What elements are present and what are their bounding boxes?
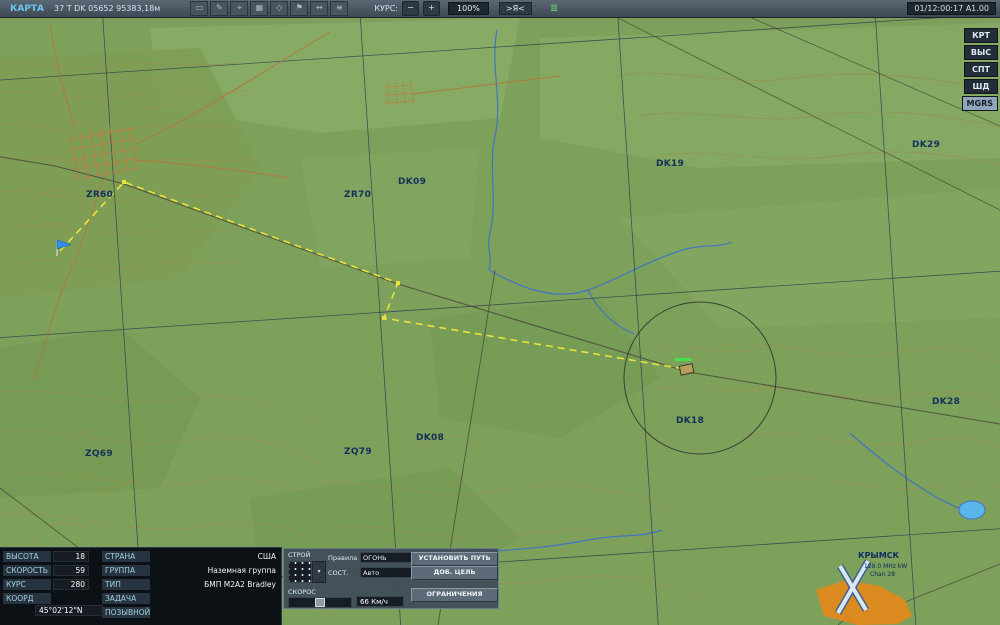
waypoint-marker[interactable] bbox=[382, 316, 386, 320]
map-layer-button-shd[interactable]: ШД bbox=[964, 79, 998, 94]
grid-square-label: DK28 bbox=[932, 397, 961, 407]
roe-dropdown[interactable]: ОГОНЬ ▼ bbox=[360, 552, 418, 563]
waypoint-marker[interactable] bbox=[396, 281, 400, 285]
target-tool-icon[interactable]: ⌖ bbox=[230, 1, 249, 16]
speed-slider-value: 66 Км/ч bbox=[356, 596, 404, 607]
unit-control-panel: СТРОЙ ▾ Правила ОГОНЬ ▼ СОСТ. Авто ▼ УСТ… bbox=[283, 548, 499, 609]
type-label: ТИП bbox=[102, 579, 150, 590]
grid-square-label: DK18 bbox=[676, 416, 705, 426]
coord-value: 45°02'12"N bbox=[35, 605, 103, 616]
zoom-level: 100% bbox=[448, 2, 489, 15]
grid-tool-icon[interactable]: ▦ bbox=[250, 1, 269, 16]
status-list-icon[interactable]: ≣ bbox=[550, 2, 558, 15]
dcs-f10-map-screen: { "top_bar": { "map_label": "КАРТА", "co… bbox=[0, 0, 1000, 625]
course-label: КУРС bbox=[3, 579, 51, 590]
grid-square-label: DK19 bbox=[656, 159, 685, 169]
speed-slider[interactable] bbox=[288, 597, 352, 608]
airfield-name: КРЫМСК bbox=[858, 551, 900, 560]
coord-label: КООРД bbox=[3, 593, 51, 604]
mission-time: 01/12:00:17 A1.00 bbox=[907, 2, 996, 15]
measure-tool-icon[interactable]: ↔ bbox=[310, 1, 329, 16]
course-label: КУРС: bbox=[374, 4, 399, 13]
map-layer-button-vys[interactable]: ВЫС bbox=[964, 45, 998, 60]
map-options-panel: КРТ ВЫС СПТ ШД MGRS bbox=[961, 28, 998, 111]
speed-value: 59 bbox=[53, 565, 89, 576]
lake bbox=[958, 500, 986, 520]
callsign-label: ПОЗЫВНОЙ bbox=[102, 607, 150, 618]
grid-square-label: ZQ79 bbox=[344, 447, 372, 457]
flag-tool-icon[interactable]: ⚑ bbox=[290, 1, 309, 16]
add-target-button[interactable]: ДОБ. ЦЕЛЬ bbox=[411, 566, 498, 580]
roe-value: ОГОНЬ bbox=[363, 553, 387, 562]
unit-info-panel: ВЫСОТА 18 СКОРОСТЬ 59 КУРС 280 КООРД 45°… bbox=[0, 547, 282, 625]
map-canvas[interactable] bbox=[0, 18, 1000, 625]
altitude-label: ВЫСОТА bbox=[3, 551, 51, 562]
waypoint-marker[interactable] bbox=[122, 180, 126, 184]
formation-dropdown-arrow-icon[interactable]: ▾ bbox=[312, 561, 326, 583]
top-bar: КАРТА 37 T DK 05652 95383,18м ▭ ✎ ⌖ ▦ ◇ … bbox=[0, 0, 1000, 18]
formation-selector[interactable] bbox=[288, 561, 312, 583]
state-label: СОСТ. bbox=[328, 569, 349, 577]
unit-identity-column: СТРАНА США ГРУППА Наземная группа ТИП БМ… bbox=[102, 551, 278, 621]
speed-slider-label: СКОРОС bbox=[288, 588, 316, 596]
country-value: США bbox=[257, 552, 276, 561]
cursor-coordinates: 37 T DK 05652 95383,18м bbox=[54, 4, 161, 13]
map-layer-button-spt[interactable]: СПТ bbox=[964, 62, 998, 77]
marker-tool-icon[interactable]: ◇ bbox=[270, 1, 289, 16]
map-toolbar: ▭ ✎ ⌖ ▦ ◇ ⚑ ↔ ≡ bbox=[190, 1, 349, 16]
map-layer-button-krt[interactable]: КРТ bbox=[964, 28, 998, 43]
set-path-button[interactable]: УСТАНОВИТЬ ПУТЬ bbox=[411, 552, 498, 566]
group-label: ГРУППА bbox=[102, 565, 150, 576]
grid-square-label: ZR70 bbox=[344, 190, 372, 200]
draw-tool-icon[interactable]: ✎ bbox=[210, 1, 229, 16]
formation-label: СТРОЙ bbox=[288, 551, 311, 559]
airfield-channel: Chan 28 bbox=[870, 571, 896, 578]
map-layer-button-mgrs[interactable]: MGRS bbox=[961, 96, 998, 111]
speed-label: СКОРОСТЬ bbox=[3, 565, 51, 576]
zoom-out-button[interactable]: − bbox=[402, 1, 420, 16]
grid-square-label: DK29 bbox=[912, 140, 941, 150]
group-value: Наземная группа bbox=[207, 566, 276, 575]
map-view[interactable]: ZR60 ZR70 DK09 DK19 DK29 DK28 DK18 DK08 … bbox=[0, 18, 1000, 625]
restrictions-button[interactable]: ОГРАНИЧЕНИЯ bbox=[411, 588, 498, 602]
country-label: СТРАНА bbox=[102, 551, 150, 562]
roe-label: Правила bbox=[328, 554, 358, 562]
grid-square-label: ZQ69 bbox=[85, 449, 113, 459]
layers-tool-icon[interactable]: ≡ bbox=[330, 1, 349, 16]
speed-slider-handle[interactable] bbox=[315, 598, 325, 607]
altitude-value: 18 bbox=[53, 551, 89, 562]
map-tab[interactable]: КАРТА bbox=[4, 4, 50, 14]
task-label: ЗАДАЧА bbox=[102, 593, 150, 604]
center-on-player-button[interactable]: >Я< bbox=[498, 2, 532, 15]
course-value: 280 bbox=[53, 579, 89, 590]
state-dropdown[interactable]: Авто ▼ bbox=[360, 567, 418, 578]
airfield-frequency: 128.0 MHz kW bbox=[864, 563, 908, 570]
state-value: Авто bbox=[363, 568, 380, 577]
unit-telemetry-column: ВЫСОТА 18 СКОРОСТЬ 59 КУРС 280 КООРД 45°… bbox=[3, 551, 103, 616]
unit-health-bar bbox=[675, 358, 691, 361]
grid-square-label: ZR60 bbox=[86, 190, 114, 200]
grid-square-label: DK08 bbox=[416, 433, 445, 443]
type-value: БМП M2A2 Bradley bbox=[204, 580, 276, 589]
grid-square-label: DK09 bbox=[398, 177, 427, 187]
zoom-in-button[interactable]: + bbox=[423, 1, 441, 16]
pan-tool-icon[interactable]: ▭ bbox=[190, 1, 209, 16]
